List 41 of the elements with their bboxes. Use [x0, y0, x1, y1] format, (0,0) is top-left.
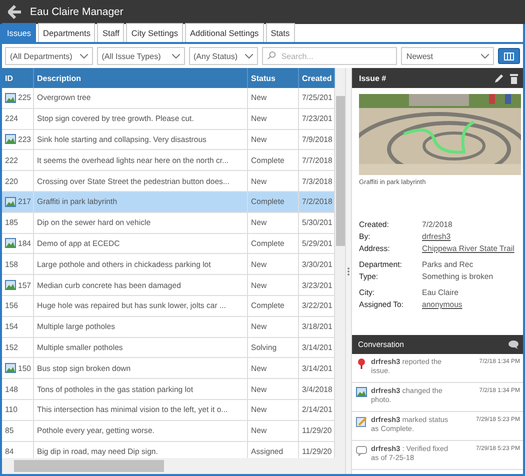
columns-icon	[504, 50, 514, 62]
horizontal-scrollbar[interactable]	[2, 458, 345, 474]
pin-icon	[356, 358, 367, 369]
back-arrow-icon[interactable]	[8, 5, 22, 19]
dropdown[interactable]: (All Issue Types)	[96, 47, 184, 65]
tab[interactable]: Staff	[97, 23, 124, 42]
tab[interactable]: Issues	[2, 23, 36, 42]
photo-icon	[5, 134, 16, 144]
caret-icon	[80, 54, 88, 58]
photo-icon	[5, 238, 16, 248]
trash-icon[interactable]	[509, 72, 519, 84]
pencil-icon[interactable]	[494, 72, 504, 84]
search-field[interactable]: Search...	[262, 47, 398, 65]
caret-icon	[245, 54, 254, 58]
column-header[interactable]: ID	[2, 68, 34, 88]
speech-bubble-icon	[508, 340, 519, 349]
window-title: Eau Claire Manager	[30, 6, 124, 18]
caret-icon	[481, 54, 490, 58]
dropdown[interactable]: (Any Status)	[188, 47, 258, 65]
photo-icon	[5, 363, 16, 374]
photo-icon	[356, 387, 367, 398]
speech-bubble-icon	[356, 445, 367, 456]
tab[interactable]: Departments	[38, 23, 96, 42]
tab[interactable]: City Settings	[126, 23, 183, 42]
dropdown[interactable]: (All Departments)	[5, 47, 93, 65]
tab[interactable]: Stats	[266, 23, 295, 42]
column-header[interactable]: Description	[34, 68, 248, 88]
panel-header: Issue #	[352, 68, 523, 88]
column-header[interactable]: Status	[248, 68, 299, 88]
dropdown[interactable]: Newest	[401, 47, 494, 65]
photo-icon	[5, 196, 16, 207]
search-icon	[267, 51, 276, 60]
tab[interactable]: Additional Settings	[184, 23, 264, 42]
caret-icon	[172, 54, 180, 58]
edit-note-icon	[356, 416, 367, 427]
photo-icon	[5, 280, 16, 290]
columns-button[interactable]	[498, 48, 520, 64]
splitter-handle[interactable]	[345, 68, 352, 474]
photo-icon	[5, 92, 16, 103]
grip-icon	[347, 266, 350, 276]
vertical-scrollbar[interactable]	[335, 68, 345, 458]
